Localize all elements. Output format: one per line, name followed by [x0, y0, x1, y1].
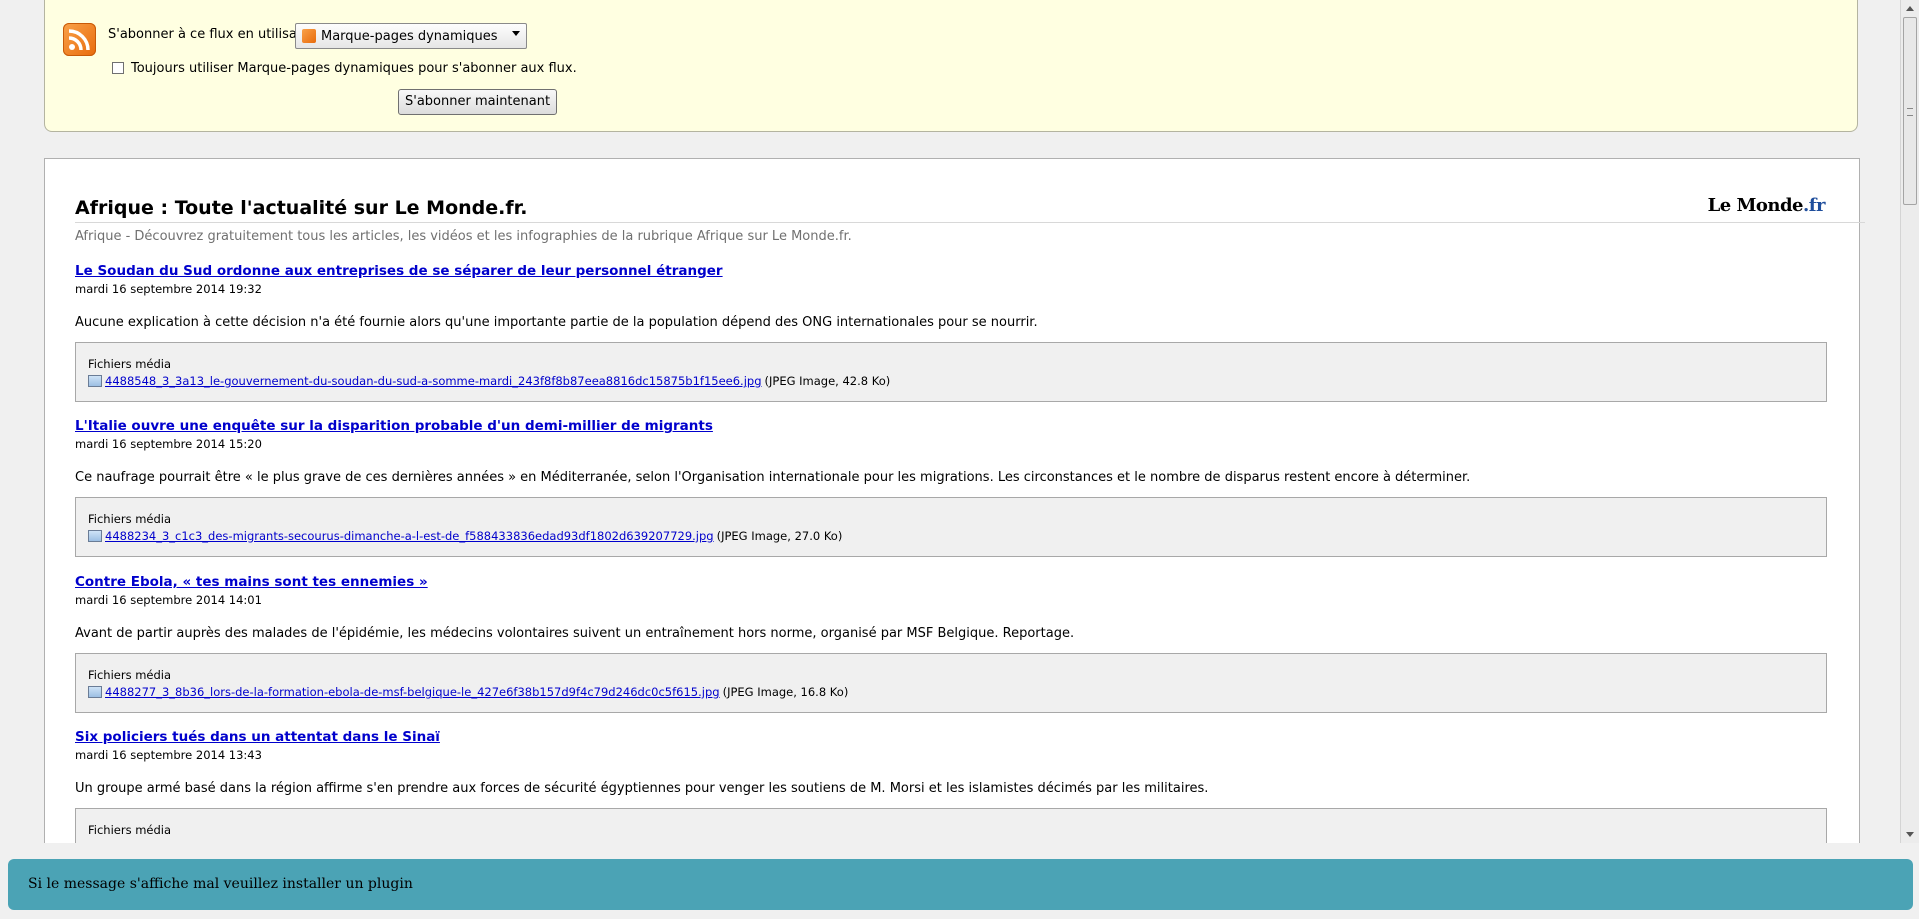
media-file-info: (JPEG Image, 27.0 Ko)	[716, 529, 843, 543]
entry-date: mardi 16 septembre 2014 14:01	[75, 593, 262, 607]
always-use-checkbox[interactable]	[112, 62, 124, 74]
always-use-label[interactable]: Toujours utiliser Marque-pages dynamique…	[131, 61, 577, 76]
scroll-down-icon[interactable]	[1906, 832, 1914, 837]
media-heading: Fichiers média	[88, 668, 172, 682]
rss-small-icon	[302, 29, 316, 43]
media-file-row: 4488548_3_3a13_le-gouvernement-du-soudan…	[88, 374, 1814, 388]
rss-feed-icon	[63, 23, 96, 56]
feed-entry: Six policiers tués dans un attentat dans…	[75, 729, 1865, 843]
media-file-link[interactable]: 4488277_3_8b36_lors-de-la-formation-ebol…	[105, 685, 720, 699]
feed-content: Afrique : Toute l'actualité sur Le Monde…	[44, 158, 1865, 843]
feed-subtitle: Afrique - Découvrez gratuitement tous le…	[75, 229, 852, 244]
media-file-info: (JPEG Image, 16.8 Ko)	[722, 685, 849, 699]
image-file-icon	[88, 530, 102, 542]
plugin-notice-banner: Si le message s'affiche mal veuillez ins…	[8, 859, 1913, 910]
entry-date: mardi 16 septembre 2014 19:32	[75, 282, 262, 296]
media-heading: Fichiers média	[88, 357, 172, 371]
scrollbar-thumb[interactable]	[1903, 17, 1917, 205]
media-file-link[interactable]: 4488234_3_c1c3_des-migrants-secourus-dim…	[105, 529, 714, 543]
entry-summary: Ce naufrage pourrait être « le plus grav…	[75, 470, 1471, 485]
media-heading: Fichiers média	[88, 512, 172, 526]
scroll-up-icon[interactable]	[1906, 6, 1914, 11]
media-file-row: 4488277_3_8b36_lors-de-la-formation-ebol…	[88, 685, 1814, 699]
media-files-box: Fichiers média 4488548_3_3a13_le-gouvern…	[75, 342, 1827, 402]
entry-date: mardi 16 septembre 2014 15:20	[75, 437, 262, 451]
subscribe-label: S'abonner à ce flux en utilisant	[108, 27, 311, 42]
plugin-notice-text: Si le message s'affiche mal veuillez ins…	[28, 876, 413, 892]
entry-summary: Aucune explication à cette décision n'a …	[75, 315, 1038, 330]
entry-date: mardi 16 septembre 2014 13:43	[75, 748, 262, 762]
media-files-box: Fichiers média 4488277_3_8b36_lors-de-la…	[75, 653, 1827, 713]
media-files-box: Fichiers média	[75, 808, 1827, 843]
media-files-box: Fichiers média 4488234_3_c1c3_des-migran…	[75, 497, 1827, 557]
media-file-link[interactable]: 4488548_3_3a13_le-gouvernement-du-soudan…	[105, 374, 762, 388]
subscribe-now-button[interactable]: S'abonner maintenant	[398, 89, 558, 115]
entry-title-link[interactable]: Six policiers tués dans un attentat dans…	[75, 729, 1865, 745]
entry-summary: Avant de partir auprès des malades de l'…	[75, 626, 1075, 641]
grip-icon	[1907, 108, 1913, 116]
subscribe-panel: S'abonner à ce flux en utilisant Marque-…	[44, 0, 1858, 132]
entry-title-link[interactable]: Contre Ebola, « tes mains sont tes ennem…	[75, 574, 1865, 590]
feed-entry: L'Italie ouvre une enquête sur la dispar…	[75, 418, 1865, 557]
title-divider	[75, 222, 1865, 223]
entry-summary: Un groupe armé basé dans la région affir…	[75, 781, 1209, 796]
chevron-down-icon	[512, 31, 520, 36]
vertical-scrollbar[interactable]	[1900, 0, 1919, 843]
entry-title-link[interactable]: L'Italie ouvre une enquête sur la dispar…	[75, 418, 1865, 434]
page-viewport: S'abonner à ce flux en utilisant Marque-…	[0, 0, 1900, 843]
feed-entry: Contre Ebola, « tes mains sont tes ennem…	[75, 574, 1865, 713]
feed-reader-select[interactable]: Marque-pages dynamiques	[295, 23, 527, 49]
image-file-icon	[88, 686, 102, 698]
media-file-info: (JPEG Image, 42.8 Ko)	[764, 374, 891, 388]
media-heading: Fichiers média	[88, 823, 172, 837]
feed-reader-selected: Marque-pages dynamiques	[321, 28, 498, 44]
feed-entry: Le Soudan du Sud ordonne aux entreprises…	[75, 263, 1865, 402]
entry-title-link[interactable]: Le Soudan du Sud ordonne aux entreprises…	[75, 263, 1865, 279]
image-file-icon	[88, 375, 102, 387]
feed-title: Afrique : Toute l'actualité sur Le Monde…	[75, 197, 528, 219]
media-file-row: 4488234_3_c1c3_des-migrants-secourus-dim…	[88, 529, 1814, 543]
le-monde-logo: Le Monde.fr	[1707, 195, 1826, 216]
